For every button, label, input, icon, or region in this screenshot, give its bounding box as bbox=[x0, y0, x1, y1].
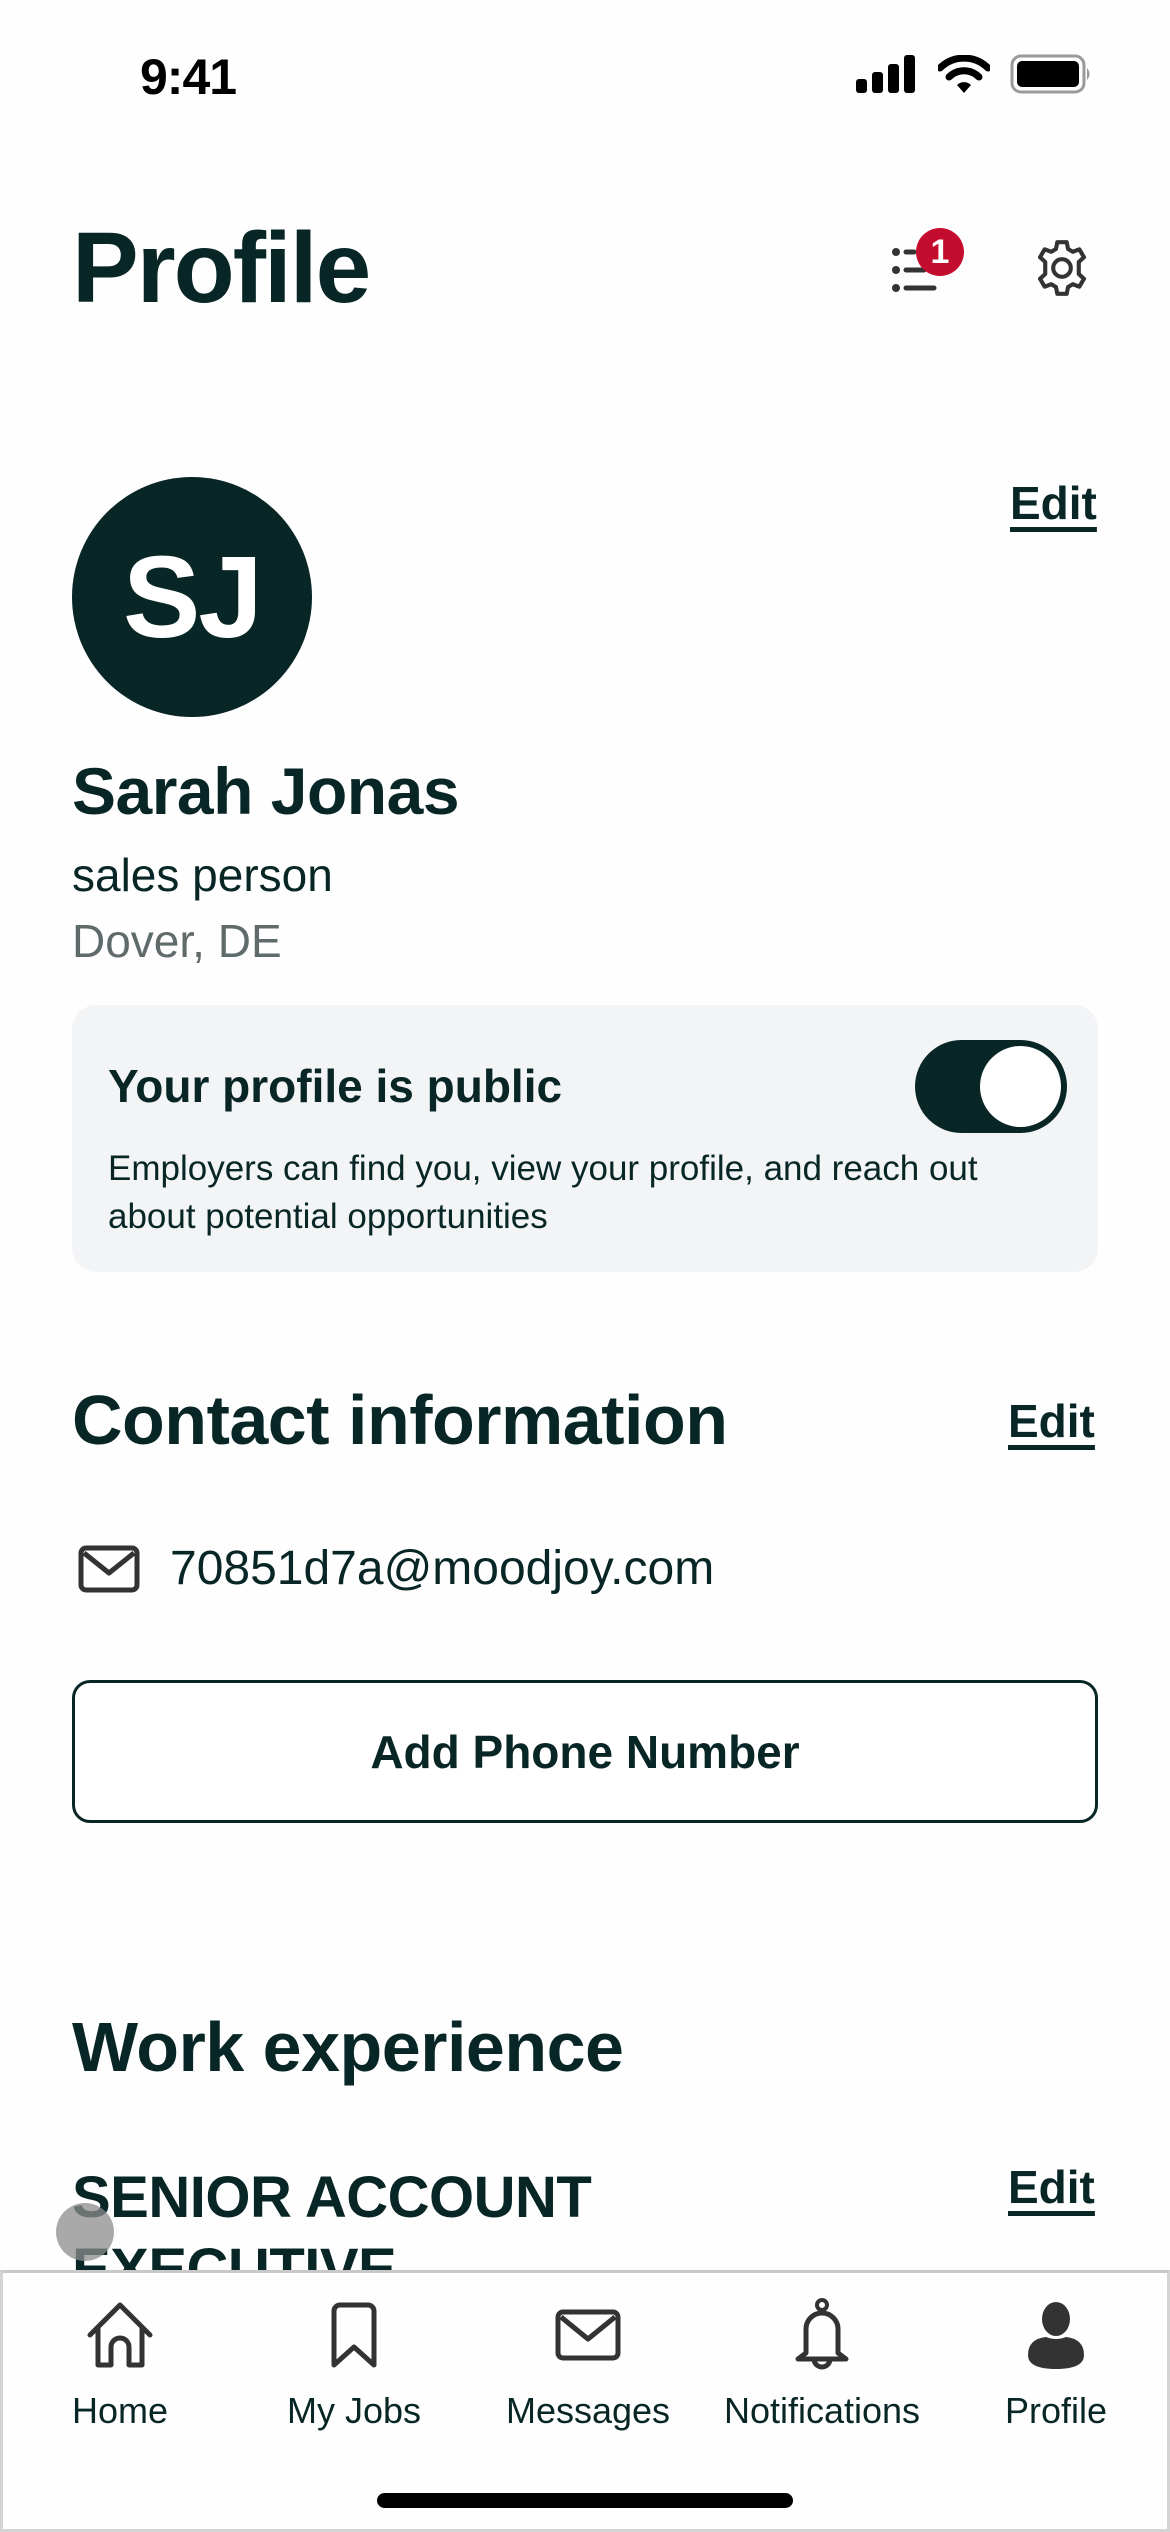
visibility-title: Your profile is public bbox=[108, 1060, 563, 1112]
home-indicator[interactable] bbox=[377, 2493, 793, 2508]
profile-headline: sales person bbox=[72, 849, 333, 901]
tab-label: Profile bbox=[1004, 2390, 1108, 2431]
gear-icon bbox=[1037, 240, 1087, 296]
toggle-knob bbox=[980, 1046, 1061, 1127]
settings-button[interactable] bbox=[1022, 228, 1102, 308]
tab-notifications[interactable]: Notifications bbox=[705, 2273, 939, 2473]
tab-label: Notifications bbox=[723, 2390, 921, 2431]
visibility-description: Employers can find you, view your profil… bbox=[108, 1149, 978, 1236]
person-icon bbox=[1028, 2302, 1084, 2369]
edit-job-link[interactable]: Edit bbox=[1008, 2164, 1095, 2210]
tab-profile[interactable]: Profile bbox=[939, 2273, 1170, 2473]
bell-icon bbox=[795, 2298, 849, 2370]
profile-name: Sarah Jonas bbox=[72, 754, 460, 828]
avatar: SJ bbox=[72, 477, 312, 717]
profile-visibility-card: Your profile is public Employers can fin… bbox=[72, 1005, 1098, 1272]
work-experience-section-title: Work experience bbox=[72, 2008, 624, 2086]
public-profile-toggle[interactable] bbox=[915, 1040, 1067, 1133]
edit-contact-link[interactable]: Edit bbox=[1008, 1398, 1095, 1444]
add-phone-number-button[interactable]: Add Phone Number bbox=[72, 1680, 1098, 1823]
tab-label: My Jobs bbox=[286, 2390, 422, 2431]
envelope-icon bbox=[555, 2309, 621, 2361]
status-time: 9:41 bbox=[140, 49, 237, 105]
wifi-icon bbox=[938, 55, 990, 93]
tab-my-jobs[interactable]: My Jobs bbox=[237, 2273, 471, 2473]
envelope-icon bbox=[78, 1545, 140, 1593]
battery-icon bbox=[1010, 54, 1090, 94]
cellular-signal-icon bbox=[856, 55, 915, 93]
edit-profile-link[interactable]: Edit bbox=[1010, 480, 1097, 526]
page-title: Profile bbox=[72, 212, 371, 324]
email-row: 70851d7a@moodjoy.com bbox=[78, 1545, 714, 1593]
bookmark-icon bbox=[331, 2302, 377, 2368]
contact-section-title: Contact information bbox=[72, 1381, 728, 1459]
profile-location: Dover, DE bbox=[72, 915, 282, 967]
profile-screen: 9:41 Profile 1 SJ Edit Sarah Jonas sales… bbox=[0, 0, 1170, 2532]
status-icons bbox=[856, 54, 1092, 94]
checklist-badge: 1 bbox=[916, 228, 964, 276]
email-address: 70851d7a@moodjoy.com bbox=[170, 1542, 715, 1595]
tab-messages[interactable]: Messages bbox=[471, 2273, 705, 2473]
tab-home[interactable]: Home bbox=[3, 2273, 237, 2473]
tab-label: Messages bbox=[505, 2390, 671, 2431]
touch-indicator bbox=[56, 2203, 114, 2261]
tab-label: Home bbox=[71, 2390, 169, 2431]
home-icon bbox=[87, 2302, 153, 2368]
